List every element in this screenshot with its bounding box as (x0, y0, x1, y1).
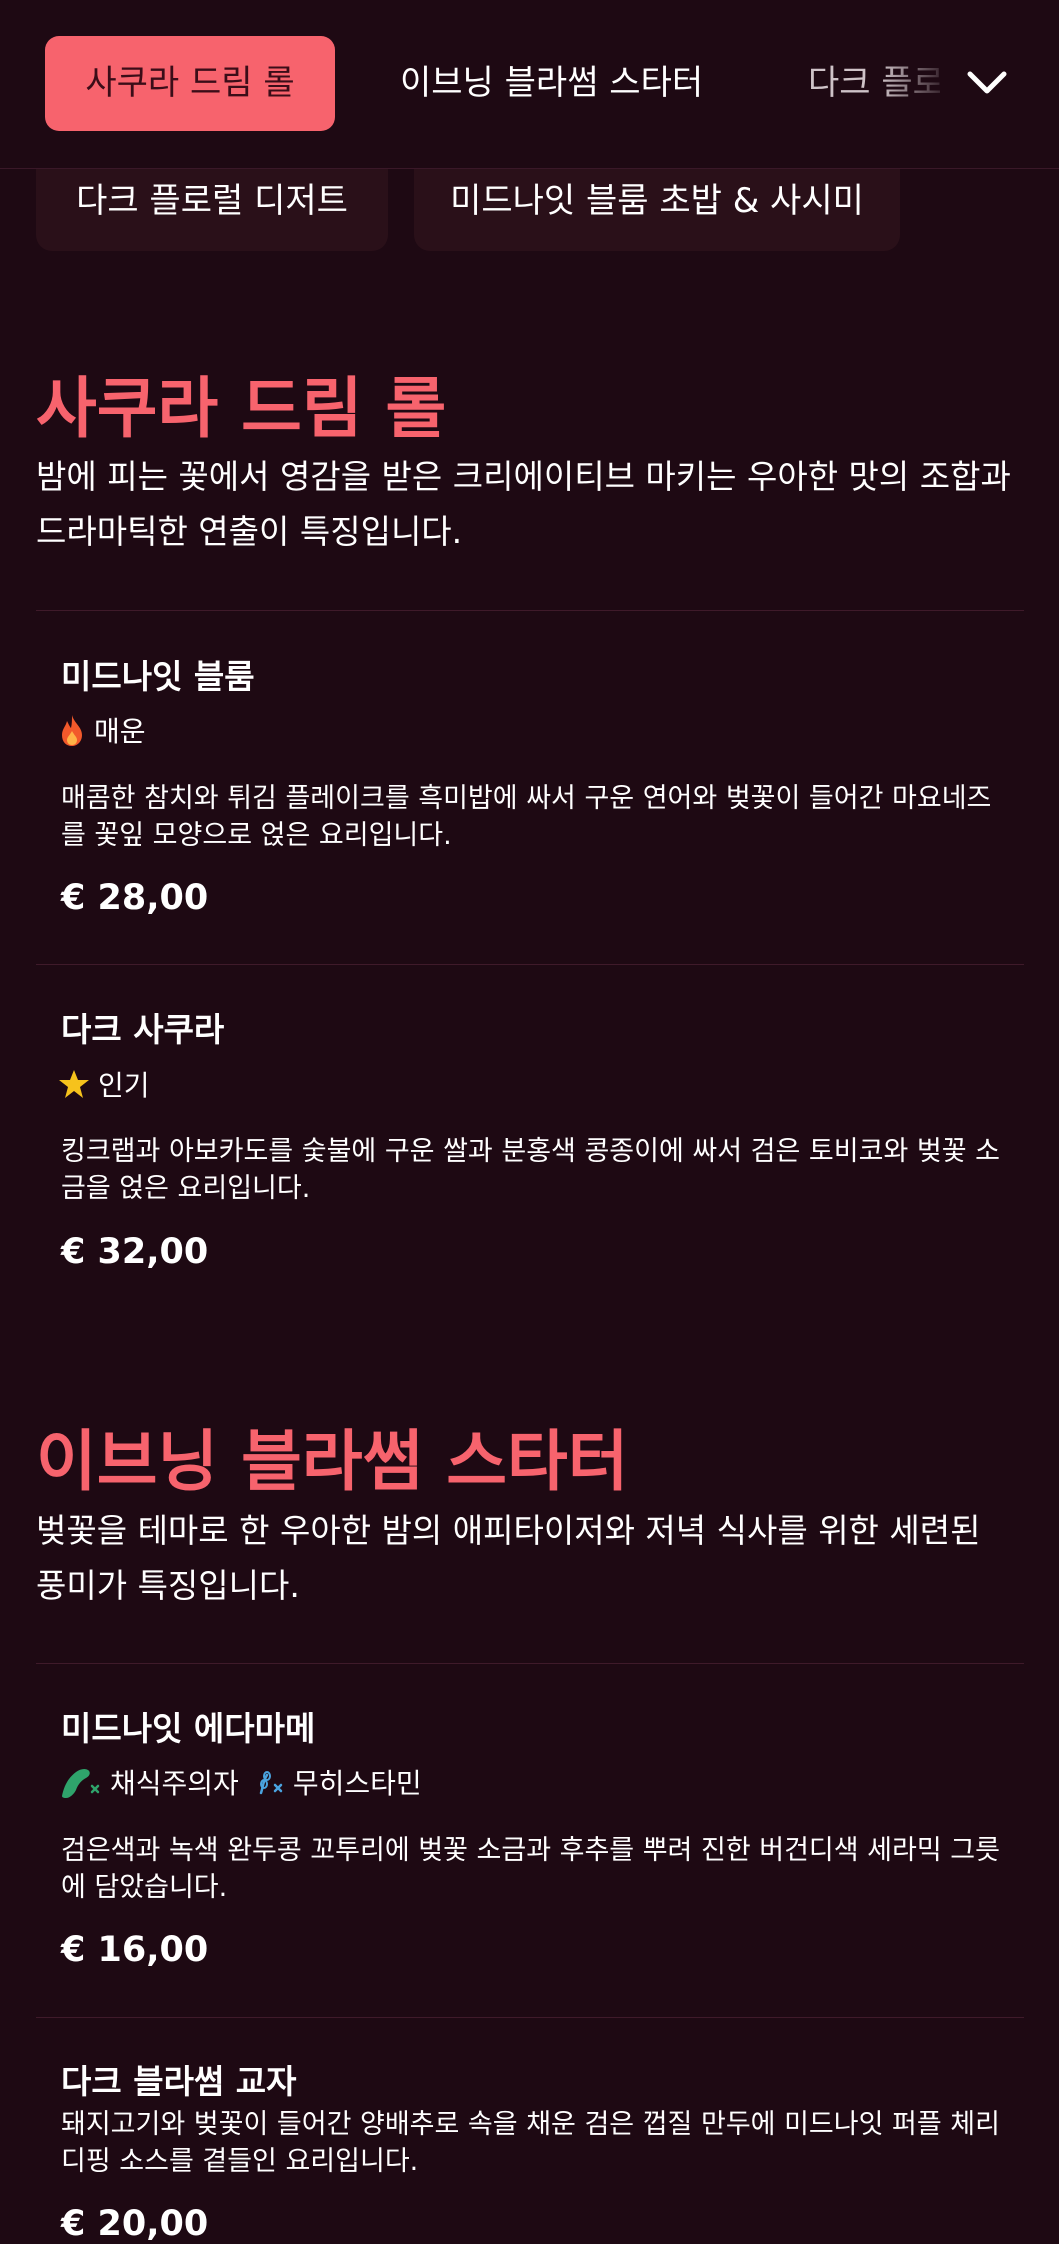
section-title: 이브닝 블라썸 스타터 (36, 1423, 629, 1500)
section-description: 벚꽃을 테마로 한 우아한 밤의 애피타이저와 저녁 식사를 위한 세련된 풍미… (36, 1511, 981, 1605)
menu-item-name[interactable]: 미드나잇 에다마메 (61, 1702, 315, 1750)
menu-item-tag: 매운 (58, 710, 146, 750)
menu-item-price: € 16,00 (61, 1930, 209, 1970)
section-title: 사쿠라 드림 롤 (36, 370, 447, 447)
menu-item-name[interactable]: 다크 블라썸 교자 (61, 2055, 297, 2103)
divider (36, 1663, 1024, 1664)
divider (36, 2017, 1024, 2018)
menu-item-name[interactable]: 다크 사쿠라 (61, 1003, 224, 1051)
vegetarian-icon (62, 1768, 100, 1798)
menu-item-price: € 32,00 (61, 1232, 209, 1272)
chip-midnight-bloom-sushi-sashimi[interactable]: 미드나잇 블룸 초밥 & 사시미 (414, 168, 900, 251)
menu-item-description: 돼지고기와 벚꽃이 들어간 양배추로 속을 채운 검은 껍질 만두에 미드나잇 … (61, 2109, 1000, 2177)
fire-icon (62, 715, 82, 746)
divider (36, 964, 1024, 965)
menu-item-name[interactable]: 미드나잇 블룸 (61, 650, 255, 698)
menu-item-price: € 28,00 (61, 878, 209, 918)
gluten-free-icon (259, 1771, 283, 1795)
chevron-down-icon[interactable] (962, 58, 1012, 108)
section-description: 밤에 피는 꽃에서 영감을 받은 크리에이티브 마키는 우아한 맛의 조합과 드… (36, 457, 1011, 551)
tag-label: 인기 (98, 1069, 150, 1102)
menu-item-description: 검은색과 녹색 완두콩 꼬투리에 벚꽃 소금과 후추를 뿌려 진한 버건디색 세… (61, 1835, 1000, 1903)
tag-label: 채식주의자 (110, 1767, 239, 1800)
star-icon (59, 1070, 89, 1098)
category-nav-bar: 사쿠라 드림 롤 이브닝 블라썸 스타터 다크 플로럴 디저트 (0, 0, 1059, 169)
tag-label: 매운 (94, 715, 146, 748)
divider (36, 610, 1024, 611)
menu-item-description: 매콤한 참치와 튀김 플레이크를 흑미밥에 싸서 구운 연어와 벚꽃이 들어간 … (61, 783, 992, 851)
menu-item-tags: 채식주의자 무히스타민 (58, 1762, 422, 1802)
tab-evening-blossom-starter[interactable]: 이브닝 블라썸 스타터 (400, 36, 703, 131)
tab-sakura-dream-roll[interactable]: 사쿠라 드림 롤 (45, 36, 335, 131)
menu-item-price: € 20,00 (61, 2204, 209, 2244)
tab-scroll-fade (880, 30, 970, 140)
tag-label: 무히스타민 (292, 1767, 422, 1800)
menu-item-tag: 인기 (58, 1064, 150, 1104)
chip-dark-floral-dessert[interactable]: 다크 플로럴 디저트 (36, 168, 388, 251)
menu-item-description: 킹크랩과 아보카도를 숯불에 구운 쌀과 분홍색 콩종이에 싸서 검은 토비코와… (61, 1136, 1000, 1204)
